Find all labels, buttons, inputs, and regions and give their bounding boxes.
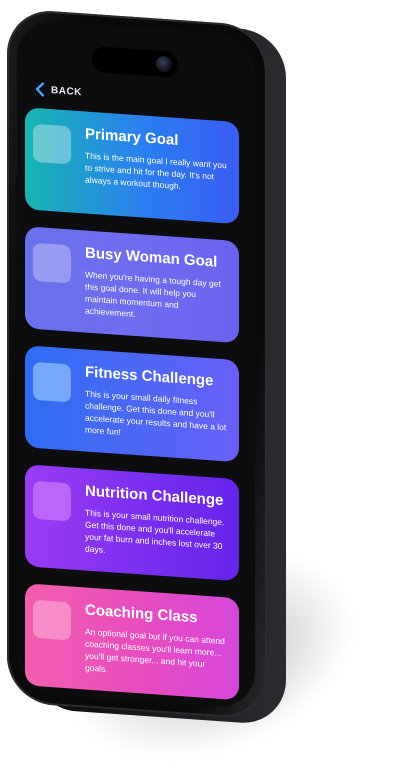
goal-card-coaching-class[interactable]: Coaching Class An optional goal but if y… bbox=[25, 583, 239, 701]
goal-thumbnail bbox=[33, 599, 71, 641]
back-label: BACK bbox=[51, 84, 82, 98]
phone-screen: BACK Primary Goal This is the main goal … bbox=[17, 18, 255, 710]
app-showcase: BACK Primary Goal This is the main goal … bbox=[0, 0, 413, 768]
back-button[interactable]: BACK bbox=[35, 82, 82, 99]
goal-title: Busy Woman Goal bbox=[85, 244, 218, 271]
chevron-left-icon bbox=[35, 82, 45, 97]
goal-description: This is your small nutrition challenge. … bbox=[85, 507, 225, 555]
goal-title: Nutrition Challenge bbox=[85, 482, 224, 510]
goal-title: Primary Goal bbox=[85, 125, 179, 149]
goal-description: When you're having a tough day get this … bbox=[85, 269, 221, 319]
front-camera-icon bbox=[156, 55, 172, 73]
goal-thumbnail bbox=[33, 361, 71, 403]
phone-frame: BACK Primary Goal This is the main goal … bbox=[7, 8, 267, 721]
goal-thumbnail bbox=[33, 480, 71, 522]
goal-description: This is the main goal I really want you … bbox=[85, 150, 227, 192]
goal-thumbnail bbox=[33, 123, 71, 165]
goal-title: Fitness Challenge bbox=[85, 363, 214, 390]
goal-description: An optional goal but if you can attend c… bbox=[85, 626, 225, 675]
goal-card-fitness-challenge[interactable]: Fitness Challenge This is your small dai… bbox=[25, 345, 239, 463]
goal-description: This is your small daily fitness challen… bbox=[85, 388, 227, 437]
goal-title: Coaching Class bbox=[85, 601, 198, 627]
goal-card-list: Primary Goal This is the main goal I rea… bbox=[25, 107, 247, 709]
goal-card-busy-woman[interactable]: Busy Woman Goal When you're having a tou… bbox=[25, 226, 239, 344]
goal-thumbnail bbox=[33, 242, 71, 284]
dynamic-island bbox=[92, 45, 178, 78]
goal-card-primary[interactable]: Primary Goal This is the main goal I rea… bbox=[25, 107, 239, 225]
goal-card-nutrition-challenge[interactable]: Nutrition Challenge This is your small n… bbox=[25, 464, 239, 582]
